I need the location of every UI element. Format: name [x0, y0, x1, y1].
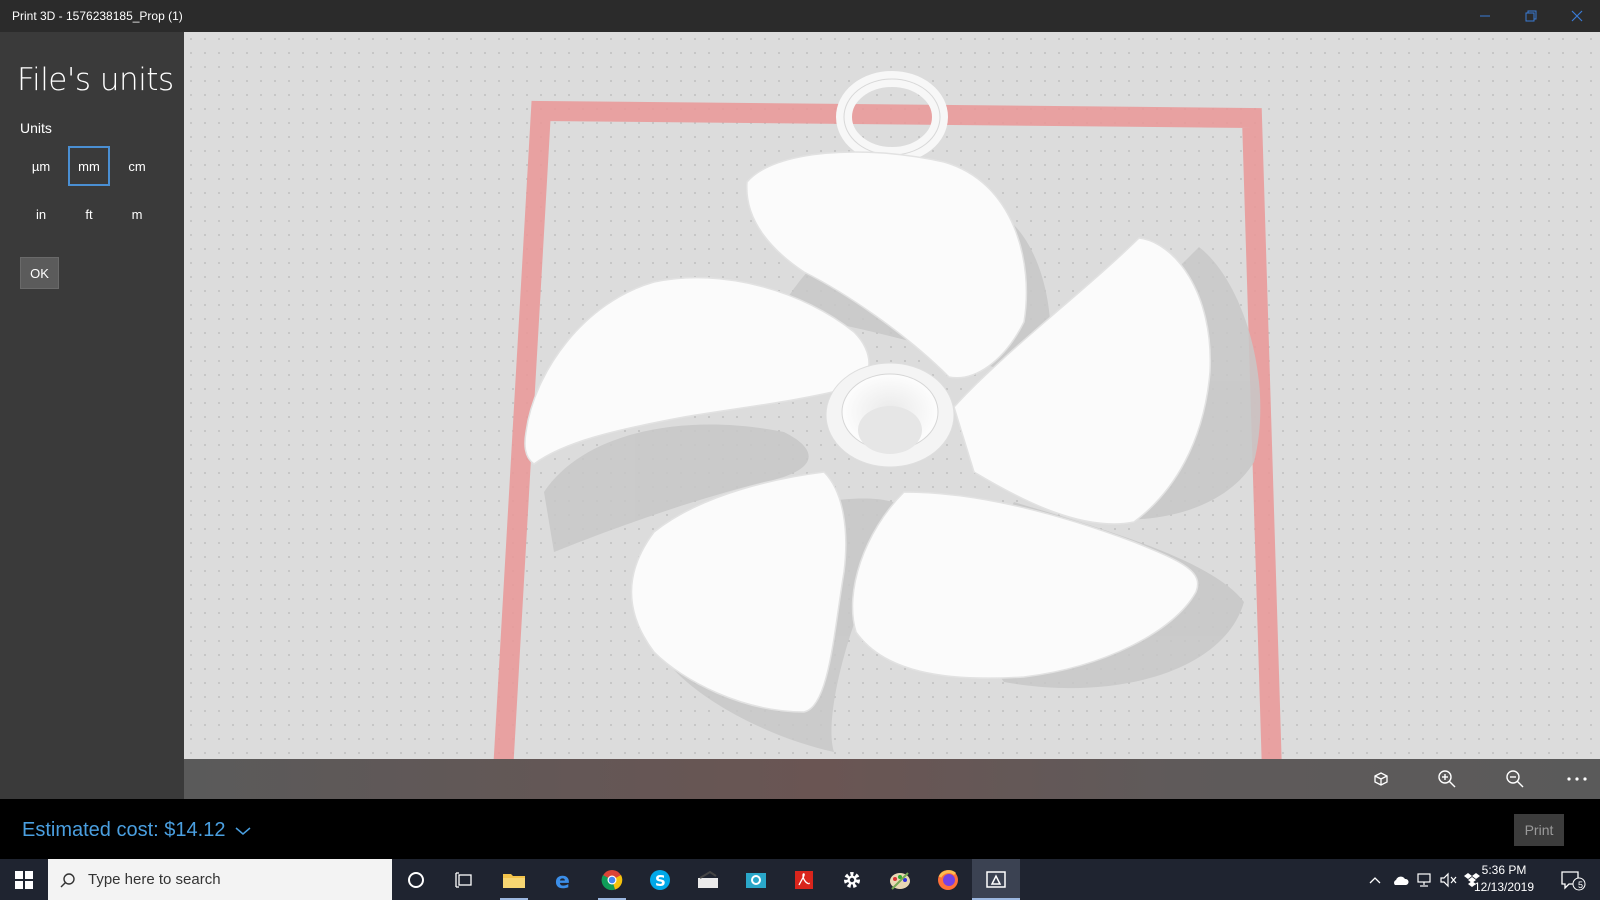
restore-icon: [1525, 10, 1537, 22]
paint-button[interactable]: [876, 859, 924, 900]
unit-option-mm[interactable]: mm: [68, 146, 110, 186]
zoom-out-button[interactable]: [1502, 767, 1528, 791]
minimize-icon: [1480, 15, 1490, 17]
photos-icon: [746, 872, 766, 888]
photos-button[interactable]: [732, 859, 780, 900]
print-3d-taskbar-button[interactable]: [972, 859, 1020, 900]
search-icon: [60, 872, 75, 887]
unit-option-ft[interactable]: ft: [68, 194, 110, 234]
cloud-icon: [1394, 876, 1409, 885]
bottom-bar: Estimated cost: $14.12 Print: [0, 799, 1600, 859]
estimated-cost-label: Estimated cost: $14.12: [22, 819, 226, 841]
chrome-icon: [601, 869, 623, 890]
more-options-button[interactable]: [1564, 767, 1590, 791]
taskbar-search[interactable]: Type here to search: [48, 859, 392, 900]
cortana-icon: [408, 871, 424, 888]
zoom-out-icon: [1506, 770, 1524, 788]
firefox-button[interactable]: [924, 859, 972, 900]
task-view-button[interactable]: [440, 859, 488, 900]
skype-button[interactable]: S: [636, 859, 684, 900]
volume-muted-icon: [1440, 872, 1457, 887]
unit-option-um[interactable]: µm: [20, 146, 62, 186]
cortana-button[interactable]: [392, 859, 440, 900]
start-button[interactable]: [0, 859, 48, 900]
folder-icon: [503, 873, 525, 888]
network-tray[interactable]: [1412, 859, 1436, 900]
edge-icon: e: [555, 869, 570, 891]
task-view-icon: [455, 871, 472, 888]
ok-button[interactable]: OK: [20, 257, 59, 289]
chevron-up-icon: [1369, 876, 1381, 883]
zoom-in-button[interactable]: [1434, 767, 1460, 791]
paint-palette-icon: [890, 871, 910, 890]
unit-option-cm[interactable]: cm: [116, 146, 158, 186]
panel-heading: File's units: [17, 62, 174, 98]
windows-logo-icon: [15, 870, 33, 889]
system-clock[interactable]: 5:36 PM 12/13/2019: [1464, 862, 1544, 896]
close-icon: [1571, 10, 1583, 22]
print-button[interactable]: Print: [1514, 814, 1564, 846]
close-button[interactable]: [1554, 0, 1600, 32]
chevron-down-icon: [235, 826, 251, 835]
window-title: Print 3D - 1576238185_Prop (1): [12, 9, 183, 23]
restore-button[interactable]: [1508, 0, 1554, 32]
print-3d-icon: [986, 870, 1006, 888]
unit-option-in[interactable]: in: [20, 194, 62, 234]
search-placeholder: Type here to search: [88, 871, 221, 888]
acrobat-button[interactable]: [780, 859, 828, 900]
zoom-in-icon: [1438, 770, 1456, 788]
show-hidden-icons-button[interactable]: [1364, 859, 1386, 900]
units-panel: File's units Units µm mm cm in ft m OK: [0, 32, 185, 799]
onedrive-tray[interactable]: [1388, 859, 1412, 900]
estimated-cost-toggle[interactable]: Estimated cost: $14.12: [22, 819, 251, 842]
model-scene: [493, 71, 1282, 759]
propeller-hub: [825, 362, 955, 468]
clock-date: 12/13/2019: [1473, 880, 1535, 894]
svg-text:S: S: [655, 872, 666, 890]
viewport-toolbar: [184, 759, 1600, 799]
file-explorer-button[interactable]: [490, 859, 538, 900]
volume-tray[interactable]: [1436, 859, 1460, 900]
minimize-button[interactable]: [1462, 0, 1508, 32]
snipping-tool-icon: [698, 870, 718, 888]
gear-icon: [844, 871, 860, 888]
units-label: Units: [20, 120, 52, 136]
taskbar: Type here to search e S 5:36 PM 12/13/20…: [0, 859, 1600, 900]
view-reset-button[interactable]: [1368, 767, 1394, 791]
clock-time: 5:36 PM: [1481, 863, 1527, 877]
skype-icon: S: [650, 869, 670, 890]
settings-button[interactable]: [828, 859, 876, 900]
notification-count: 5: [1578, 880, 1584, 890]
edge-button[interactable]: e: [540, 859, 588, 900]
action-center-button[interactable]: 5: [1556, 859, 1590, 900]
unit-option-m[interactable]: m: [116, 194, 158, 234]
svg-text:e: e: [555, 869, 570, 891]
ellipsis-icon: [1567, 777, 1587, 781]
3d-viewport[interactable]: [184, 32, 1600, 759]
3d-view-icon: [1374, 772, 1388, 786]
network-icon: [1417, 872, 1431, 887]
snipping-tool-button[interactable]: [684, 859, 732, 900]
title-bar: Print 3D - 1576238185_Prop (1): [0, 0, 1600, 32]
firefox-icon: [938, 869, 958, 890]
window-controls: [1462, 0, 1600, 32]
chrome-button[interactable]: [588, 859, 636, 900]
acrobat-icon: [795, 870, 813, 889]
